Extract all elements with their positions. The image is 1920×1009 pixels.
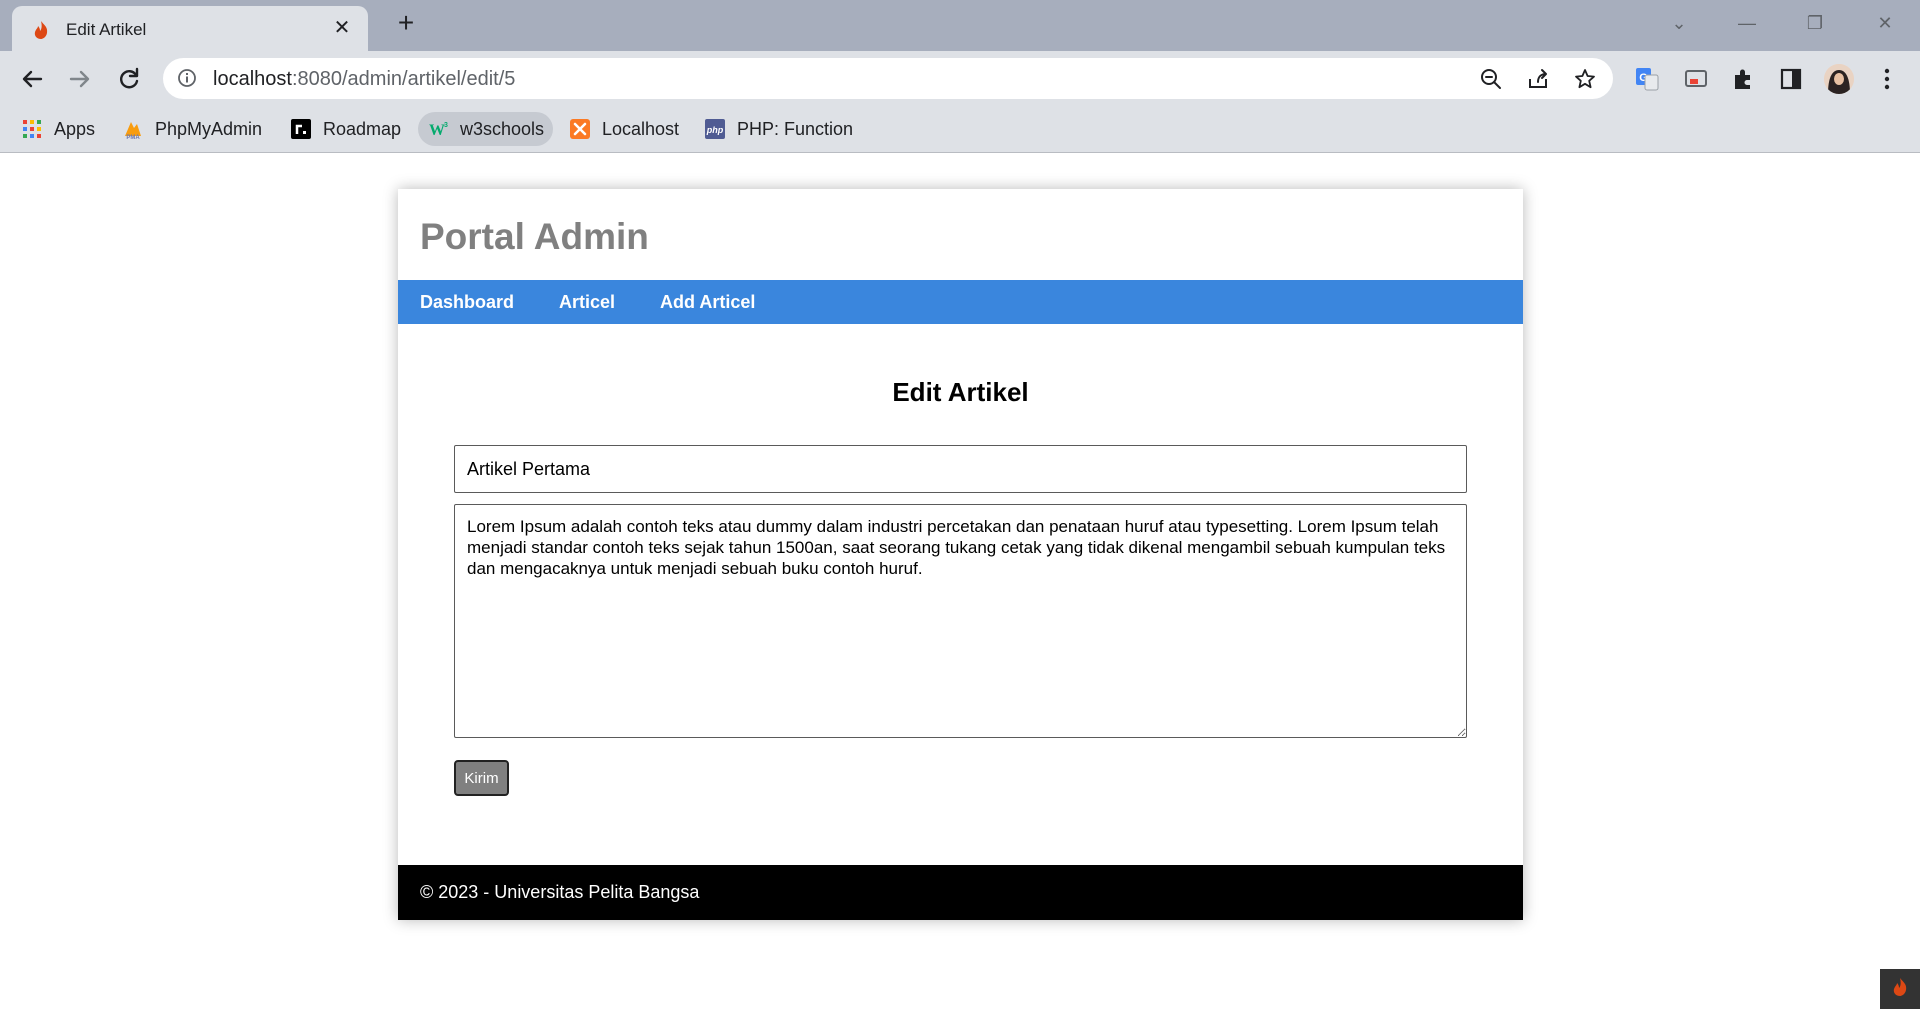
bookmark-label: Localhost: [602, 118, 680, 139]
main-navbar: Dashboard Articel Add Articel: [398, 280, 1523, 324]
article-content-textarea[interactable]: Lorem Ipsum adalah contoh teks atau dumm…: [454, 504, 1467, 738]
side-panel-icon[interactable]: [1778, 66, 1804, 92]
bookmark-star-icon[interactable]: [1573, 67, 1597, 91]
svg-text:php: php: [706, 125, 724, 135]
browser-toolbar: localhost:8080/admin/artikel/edit/5 G: [0, 51, 1920, 106]
address-bar[interactable]: localhost:8080/admin/artikel/edit/5: [163, 58, 1613, 99]
nav-link-dashboard[interactable]: Dashboard: [420, 292, 514, 313]
cast-extension-icon[interactable]: [1683, 66, 1709, 92]
profile-avatar[interactable]: [1824, 64, 1854, 94]
submit-button[interactable]: Kirim: [454, 760, 509, 796]
bookmark-label: PhpMyAdmin: [155, 118, 263, 139]
nav-link-articel[interactable]: Articel: [559, 292, 615, 313]
profile-avatar-icon: [1824, 64, 1854, 94]
reload-icon[interactable]: [113, 63, 145, 95]
bookmarks-bar: Apps PMA PhpMyAdmin Roadmap W 3 w3school…: [0, 106, 1920, 153]
site-title: Portal Admin: [420, 216, 649, 257]
zoom-out-icon[interactable]: [1479, 67, 1503, 91]
bookmark-roadmap[interactable]: Roadmap: [281, 112, 410, 146]
page-footer: © 2023 - Universitas Pelita Bangsa: [398, 865, 1523, 920]
tab-search-chevron-icon[interactable]: ⌄: [1664, 10, 1694, 36]
bookmark-label: w3schools: [460, 118, 545, 139]
apps-grid-icon: [23, 120, 41, 138]
browser-tab[interactable]: Edit Artikel ✕: [12, 6, 368, 51]
bookmark-php-function[interactable]: php PHP: Function: [695, 112, 862, 146]
bookmark-localhost[interactable]: Localhost: [560, 112, 688, 146]
extensions-puzzle-icon[interactable]: [1730, 66, 1756, 92]
svg-text:3: 3: [444, 122, 448, 129]
svg-text:PMA: PMA: [126, 135, 140, 140]
browser-menu-icon[interactable]: [1874, 66, 1900, 92]
minimize-button[interactable]: —: [1732, 10, 1762, 36]
phpmyadmin-icon: PMA: [125, 122, 141, 140]
bookmark-label: PHP: Function: [737, 118, 854, 139]
url-path: :8080/admin/artikel/edit/5: [291, 68, 516, 90]
tab-title: Edit Artikel: [66, 20, 147, 39]
forward-arrow-icon[interactable]: [64, 63, 96, 95]
new-tab-button[interactable]: +: [392, 9, 420, 38]
bookmark-w3schools[interactable]: W 3 w3schools: [418, 112, 554, 146]
php-icon: php: [705, 119, 725, 139]
url-host: localhost: [213, 68, 292, 90]
article-title-input[interactable]: [454, 445, 1467, 493]
bookmark-label: Roadmap: [323, 118, 402, 139]
url-text[interactable]: localhost:8080/admin/artikel/edit/5: [213, 68, 515, 91]
page-container: Portal Admin Dashboard Articel Add Artic…: [398, 189, 1523, 920]
footer-copyright: © 2023 - Universitas Pelita Bangsa: [420, 882, 700, 902]
nav-link-add-articel[interactable]: Add Articel: [660, 292, 755, 313]
restore-button[interactable]: ❐: [1800, 10, 1830, 36]
svg-text:W: W: [429, 122, 445, 139]
w3schools-icon: W 3: [429, 122, 448, 139]
site-info-icon[interactable]: [177, 68, 197, 88]
tab-close-icon[interactable]: ✕: [330, 16, 354, 40]
google-translate-icon[interactable]: G: [1634, 66, 1660, 92]
roadmap-icon: [291, 119, 311, 139]
tab-strip: Edit Artikel ✕ + ⌄ — ❐ ✕: [0, 0, 1920, 51]
close-window-button[interactable]: ✕: [1870, 10, 1900, 36]
bookmark-label: Apps: [54, 118, 96, 139]
bookmark-phpmyadmin[interactable]: PMA PhpMyAdmin: [113, 112, 271, 146]
share-icon[interactable]: [1526, 67, 1550, 91]
debug-toolbar-toggle[interactable]: [1880, 969, 1920, 1009]
codeigniter-flame-icon: [34, 21, 48, 39]
codeigniter-flame-icon: [1893, 978, 1907, 996]
xampp-icon: [570, 119, 590, 139]
page-heading: Edit Artikel: [892, 377, 1029, 407]
back-arrow-icon[interactable]: [16, 63, 48, 95]
bookmark-apps[interactable]: Apps: [12, 112, 104, 146]
